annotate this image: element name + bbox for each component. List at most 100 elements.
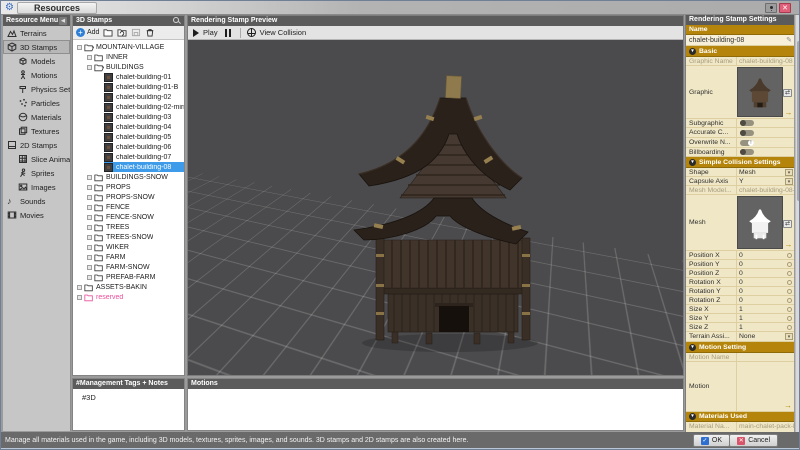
expand-toggle[interactable] <box>87 275 92 280</box>
spinner-icon[interactable] <box>787 298 792 303</box>
motion-value-area[interactable] <box>736 362 794 411</box>
dropdown-icon[interactable] <box>785 178 793 185</box>
ok-button[interactable]: OK <box>693 434 730 447</box>
graphic-thumbnail[interactable] <box>737 67 783 117</box>
motion-section-bar[interactable]: Motion Setting <box>686 342 794 353</box>
search-icon[interactable] <box>173 17 181 25</box>
tree-item[interactable]: BUILDINGS <box>73 62 184 72</box>
tree-item[interactable]: chalet-building-04 <box>73 122 184 132</box>
pause-icon[interactable] <box>225 29 231 37</box>
sidebar-item-materials[interactable]: Materials <box>3 110 70 124</box>
expand-toggle[interactable] <box>87 175 92 180</box>
spinner-icon[interactable] <box>787 271 792 276</box>
pin-icon[interactable] <box>765 3 777 13</box>
expand-toggle[interactable] <box>87 205 92 210</box>
tree-item[interactable]: chalet-building-06 <box>73 142 184 152</box>
dropdown-icon[interactable] <box>785 169 793 176</box>
materials-section-bar[interactable]: Materials Used <box>686 412 794 422</box>
tree-item[interactable]: chalet-building-03 <box>73 112 184 122</box>
sidebar-item-2d-stamps[interactable]: 2D Stamps <box>3 138 70 152</box>
sidebar-collapse-icon[interactable] <box>59 17 67 25</box>
expand-toggle[interactable] <box>87 255 92 260</box>
subgraphic-toggle[interactable] <box>740 120 754 126</box>
spinner-icon[interactable] <box>787 253 792 258</box>
close-icon[interactable] <box>779 3 791 13</box>
dropdown-icon[interactable] <box>785 333 793 340</box>
settings-scrollbar[interactable] <box>795 15 800 432</box>
spinner-icon[interactable] <box>787 307 792 312</box>
position-y-input[interactable]: 0 <box>736 260 784 268</box>
expand-toggle[interactable] <box>87 245 92 250</box>
tree-item[interactable]: chalet-building-05 <box>73 132 184 142</box>
terrain-assign-select[interactable]: None <box>736 332 784 341</box>
sidebar-item-slice-animation[interactable]: Slice Animation <box>3 152 70 166</box>
edit-pencil-icon[interactable] <box>786 36 792 44</box>
basic-section-bar[interactable]: Basic <box>686 46 794 57</box>
sidebar-item-images[interactable]: Images <box>3 180 70 194</box>
expand-toggle[interactable] <box>87 265 92 270</box>
tree-item[interactable]: PREFAB-FARM <box>73 272 184 282</box>
tree-item[interactable]: MOUNTAIN-VILLAGE <box>73 42 184 52</box>
open-graphic-arrow-icon[interactable] <box>785 109 793 117</box>
accurate-collision-toggle[interactable] <box>740 130 754 136</box>
cancel-button[interactable]: Cancel <box>729 434 778 447</box>
tree-item[interactable]: WIKER <box>73 242 184 252</box>
tree-item[interactable]: chalet-building-07 <box>73 152 184 162</box>
spinner-icon[interactable] <box>787 289 792 294</box>
expand-toggle[interactable] <box>77 45 82 50</box>
rotation-x-input[interactable]: 0 <box>736 278 784 286</box>
tags-note[interactable]: #3D <box>73 389 184 402</box>
expand-toggle[interactable] <box>87 55 92 60</box>
rotation-y-input[interactable]: 0 <box>736 287 784 295</box>
tree-item[interactable]: chalet-building-02-mirr <box>73 102 184 112</box>
sidebar-item-sprites[interactable]: Sprites <box>3 166 70 180</box>
sidebar-item-3d-stamps[interactable]: 3D Stamps <box>3 40 70 54</box>
chalet-3d-model[interactable] <box>188 40 683 375</box>
billboarding-toggle[interactable] <box>740 149 754 155</box>
tree-item-selected[interactable]: chalet-building-08 <box>73 162 184 172</box>
tree-item[interactable]: TREES-SNOW <box>73 232 184 242</box>
sidebar-item-physics-settings[interactable]: Physics Settings <box>3 82 70 96</box>
position-z-input[interactable]: 0 <box>736 269 784 277</box>
tree-item[interactable]: FENCE-SNOW <box>73 212 184 222</box>
tree-item[interactable]: PROPS-SNOW <box>73 192 184 202</box>
collision-sphere-icon[interactable] <box>247 28 256 37</box>
open-mesh-arrow-icon[interactable] <box>785 241 793 249</box>
swap-graphic-icon[interactable] <box>783 89 792 97</box>
tree-item[interactable]: chalet-building-02 <box>73 92 184 102</box>
trash-icon[interactable] <box>145 28 155 37</box>
sidebar-item-movies[interactable]: Movies <box>3 208 70 222</box>
tree-item[interactable]: ASSETS-BAKIN <box>73 282 184 292</box>
sidebar-item-sounds[interactable]: Sounds <box>3 194 70 208</box>
position-x-input[interactable]: 0 <box>736 251 784 259</box>
tree-item[interactable]: TREES <box>73 222 184 232</box>
rotation-z-input[interactable]: 0 <box>736 296 784 304</box>
copy-folder-icon[interactable] <box>117 28 127 37</box>
new-folder-icon[interactable] <box>103 28 113 37</box>
tree-item[interactable]: FARM-SNOW <box>73 262 184 272</box>
expand-toggle[interactable] <box>77 295 82 300</box>
expand-toggle[interactable] <box>87 185 92 190</box>
expand-toggle[interactable] <box>87 225 92 230</box>
shape-select[interactable]: Mesh <box>736 168 784 176</box>
sidebar-item-motions[interactable]: Motions <box>3 68 70 82</box>
expand-toggle[interactable] <box>87 195 92 200</box>
tree-item[interactable]: FARM <box>73 252 184 262</box>
sidebar-item-terrains[interactable]: Terrains <box>3 26 70 40</box>
sidebar-item-particles[interactable]: Particles <box>3 96 70 110</box>
add-button[interactable]: Add <box>76 28 99 37</box>
tree-item-reserved[interactable]: reserved <box>73 292 184 302</box>
size-x-input[interactable]: 1 <box>736 305 784 313</box>
capsule-axis-select[interactable]: Y <box>736 177 784 185</box>
overwrite-toggle[interactable] <box>740 140 754 146</box>
mesh-thumbnail[interactable] <box>737 196 783 249</box>
spinner-icon[interactable] <box>787 262 792 267</box>
name-input[interactable]: chalet-building-08 <box>686 37 784 44</box>
tree-item[interactable]: INNER <box>73 52 184 62</box>
tree-item[interactable]: chalet-building-01 <box>73 72 184 82</box>
sidebar-item-textures[interactable]: Textures <box>3 124 70 138</box>
spinner-icon[interactable] <box>787 316 792 321</box>
expand-toggle[interactable] <box>87 65 92 70</box>
size-z-input[interactable]: 1 <box>736 323 784 331</box>
size-y-input[interactable]: 1 <box>736 314 784 322</box>
